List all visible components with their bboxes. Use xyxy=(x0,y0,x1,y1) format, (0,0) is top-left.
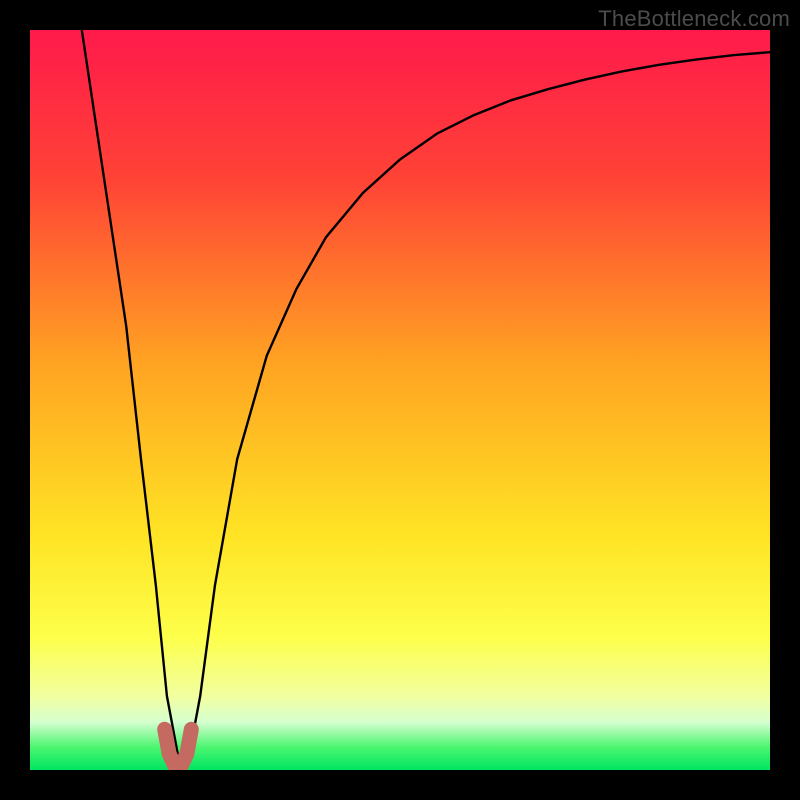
bottleneck-curve xyxy=(82,30,770,755)
chart-svg xyxy=(30,30,770,770)
chart-plot-area xyxy=(30,30,770,770)
watermark-text: TheBottleneck.com xyxy=(598,6,790,32)
optimal-marker xyxy=(165,729,192,766)
